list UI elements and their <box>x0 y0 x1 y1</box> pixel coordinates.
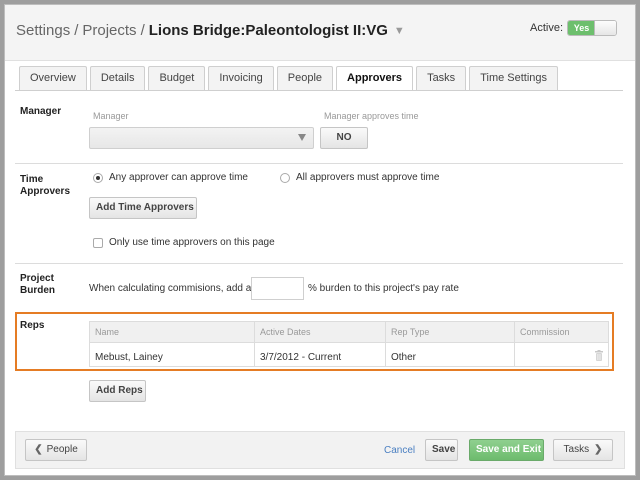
radio-any-approver-label: Any approver can approve time <box>109 172 248 183</box>
chevron-left-icon: ❮ <box>34 444 43 455</box>
radio-any-approver-control[interactable] <box>93 172 103 183</box>
trash-icon[interactable] <box>595 350 603 361</box>
manager-select[interactable] <box>89 127 314 149</box>
next-tasks-label: Tasks <box>563 444 590 455</box>
project-burden-section-label: Project Burden <box>20 273 55 297</box>
manager-approves-label: Manager approves time <box>324 111 419 121</box>
tab-overview[interactable]: Overview <box>19 66 87 90</box>
add-time-approvers-button[interactable]: Add Time Approvers <box>89 197 197 219</box>
burden-text-before: When calculating commisions, add a <box>89 283 252 294</box>
project-name: Lions Bridge:Paleontologist II:VG <box>148 22 388 39</box>
manager-section-label: Manager <box>20 106 62 117</box>
reps-section-label: Reps <box>20 320 45 331</box>
chevron-right-icon: ❯ <box>594 444 603 455</box>
active-toggle-knob <box>594 21 616 35</box>
active-toggle-group: Active: Yes <box>530 20 617 36</box>
time-approvers-label-line2: Approvers <box>20 186 71 197</box>
burden-text-after: % burden to this project's pay rate <box>308 283 459 294</box>
active-toggle-yes: Yes <box>568 21 595 35</box>
radio-any-approver[interactable]: Any approver can approve time <box>93 172 248 183</box>
manager-approves-toggle[interactable]: NO <box>320 127 368 149</box>
rep-active-dates: 3/7/2012 - Current <box>260 352 342 363</box>
tab-people[interactable]: People <box>276 66 334 90</box>
time-approvers-section-label: Time Approvers <box>20 174 70 198</box>
active-label: Active: <box>529 22 563 34</box>
chevron-down-icon <box>298 134 306 141</box>
project-dropdown-caret-icon[interactable]: ▼ <box>394 25 405 37</box>
reps-header-rep-type[interactable]: Rep Type <box>391 327 429 337</box>
tab-bar-underline <box>15 90 623 91</box>
tab-time-settings[interactable]: Time Settings <box>469 66 559 90</box>
only-page-approvers-option[interactable]: Only use time approvers on this page <box>93 237 275 248</box>
reps-table: Name Active Dates Rep Type Commission Me… <box>89 321 609 367</box>
only-page-approvers-label: Only use time approvers on this page <box>109 237 275 248</box>
only-page-approvers-checkbox[interactable] <box>93 237 103 248</box>
reps-header-name[interactable]: Name <box>95 327 119 337</box>
back-people-button[interactable]: ❮ People <box>25 439 87 461</box>
tab-tasks[interactable]: Tasks <box>416 66 467 90</box>
rep-type: Other <box>391 352 417 363</box>
section-divider <box>15 163 623 164</box>
radio-all-approvers-label: All approvers must approve time <box>296 172 440 183</box>
breadcrumb-settings[interactable]: Settings <box>16 22 70 39</box>
reps-header-commission[interactable]: Commission <box>520 327 570 337</box>
add-reps-button[interactable]: Add Reps <box>89 380 146 402</box>
radio-all-approvers-control[interactable] <box>280 172 290 183</box>
tab-approvers[interactable]: Approvers <box>336 66 414 91</box>
project-burden-label-line2: Burden <box>20 285 55 296</box>
breadcrumb-separator: / <box>140 22 145 39</box>
next-tasks-button[interactable]: Tasks ❯ <box>553 439 613 461</box>
breadcrumb-separator: / <box>74 22 79 39</box>
section-divider <box>15 263 623 264</box>
breadcrumb-projects[interactable]: Projects <box>82 22 136 39</box>
tab-bar: Overview Details Budget Invoicing People Appr… <box>19 66 559 91</box>
footer-bar: ❮ People Cancel Save Save and Exit Tasks ❯ <box>15 431 625 469</box>
tab-invoicing[interactable]: Invoicing <box>208 66 274 90</box>
breadcrumb: Settings / Projects / Lions Bridge:Paleontol… <box>16 22 405 39</box>
save-and-exit-button[interactable]: Save and Exit <box>469 439 544 461</box>
manager-field-label: Manager <box>93 111 129 121</box>
time-approvers-label-line1: Time <box>20 174 44 185</box>
page-header: Settings / Projects / Lions Bridge:Paleontol… <box>5 5 635 61</box>
settings-window: Settings / Projects / Lions Bridge:Paleontol… <box>4 4 636 476</box>
burden-percent-input[interactable] <box>251 277 304 300</box>
back-people-label: People <box>46 444 78 455</box>
save-button[interactable]: Save <box>425 439 458 461</box>
tab-budget[interactable]: Budget <box>148 66 206 90</box>
project-burden-label-line1: Project <box>20 273 54 284</box>
active-toggle[interactable]: Yes <box>567 20 617 36</box>
reps-header-active-dates[interactable]: Active Dates <box>260 327 311 337</box>
radio-all-approvers[interactable]: All approvers must approve time <box>280 172 439 183</box>
tab-details[interactable]: Details <box>89 66 146 90</box>
rep-name: Mebust, Lainey <box>95 352 163 363</box>
cancel-link[interactable]: Cancel <box>384 445 415 456</box>
